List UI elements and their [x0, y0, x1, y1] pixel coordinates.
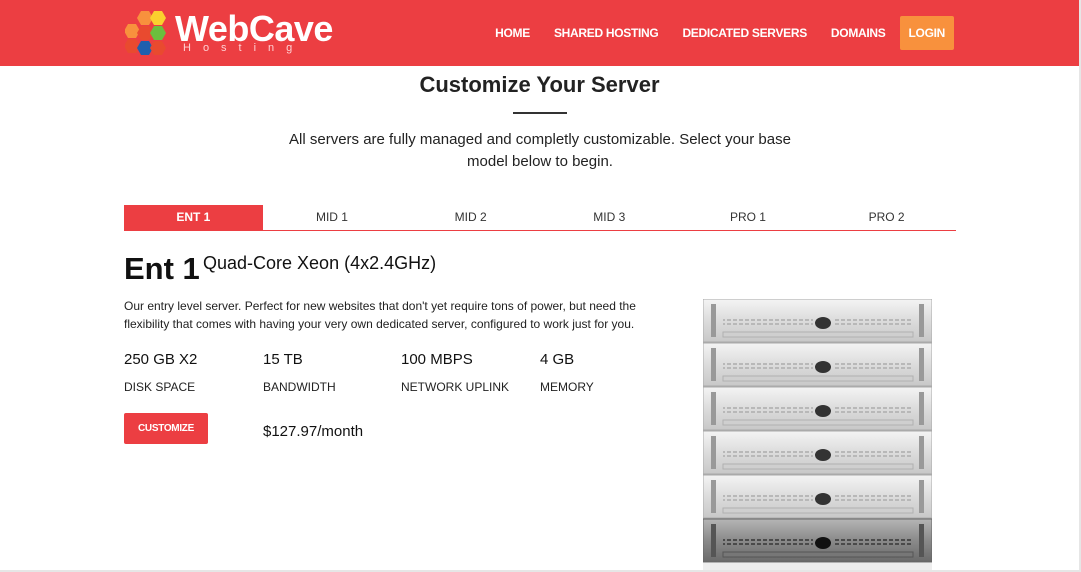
customize-button[interactable]: CUSTOMIZE — [124, 413, 208, 444]
tab-mid-2[interactable]: MID 2 — [401, 205, 540, 230]
tab-mid-3[interactable]: MID 3 — [540, 205, 679, 230]
title-divider — [513, 112, 567, 114]
page-title: Customize Your Server — [419, 72, 660, 97]
spec-network-uplink: 100 MBPS NETWORK UPLINK — [401, 350, 509, 394]
spec-label: DISK SPACE — [124, 380, 196, 394]
spec-value: 4 GB — [540, 351, 575, 368]
tab-pro-1[interactable]: PRO 1 — [679, 205, 818, 230]
tab-mid-1[interactable]: MID 1 — [263, 205, 402, 230]
main-nav: HOME SHARED HOSTING DEDICATED SERVERS DO… — [483, 16, 954, 50]
spec-value: 100 MBPS — [401, 351, 473, 368]
product-cpu: Quad-Core Xeon (4x2.4GHz) — [203, 253, 437, 273]
site-header: WebCave Hosting HOME SHARED HOSTING DEDI… — [0, 0, 1079, 66]
logo-subtext: Hosting — [183, 42, 305, 54]
hexagon-logo-icon — [125, 11, 166, 55]
spec-bandwidth: 15 TB BANDWIDTH — [263, 350, 336, 394]
product-description: Our entry level server. Perfect for new … — [124, 299, 636, 331]
nav-shared-hosting[interactable]: SHARED HOSTING — [542, 16, 670, 50]
tab-ent-1[interactable]: ENT 1 — [124, 205, 263, 230]
tab-pro-2[interactable]: PRO 2 — [817, 205, 956, 230]
product-price: $127.97/month — [263, 423, 364, 440]
nav-dedicated-servers[interactable]: DEDICATED SERVERS — [670, 16, 818, 50]
spec-label: MEMORY — [540, 380, 594, 394]
page-subtitle: All servers are fully managed and comple… — [289, 131, 791, 170]
spec-memory: 4 GB MEMORY — [540, 350, 594, 394]
spec-label: BANDWIDTH — [263, 380, 336, 394]
server-model-tabs: ENT 1 MID 1 MID 2 MID 3 PRO 1 PRO 2 — [124, 205, 956, 231]
product-name: Ent 1 — [124, 251, 200, 286]
server-rack-image — [703, 299, 932, 572]
spec-disk-space: 250 GB X2 DISK SPACE — [124, 350, 197, 394]
site-logo[interactable]: WebCave Hosting — [125, 9, 333, 59]
login-button[interactable]: LOGIN — [899, 16, 954, 50]
spec-value: 250 GB X2 — [124, 351, 198, 368]
nav-domains[interactable]: DOMAINS — [819, 16, 898, 50]
spec-label: NETWORK UPLINK — [401, 380, 510, 394]
nav-home[interactable]: HOME — [483, 16, 542, 50]
spec-value: 15 TB — [263, 351, 303, 368]
